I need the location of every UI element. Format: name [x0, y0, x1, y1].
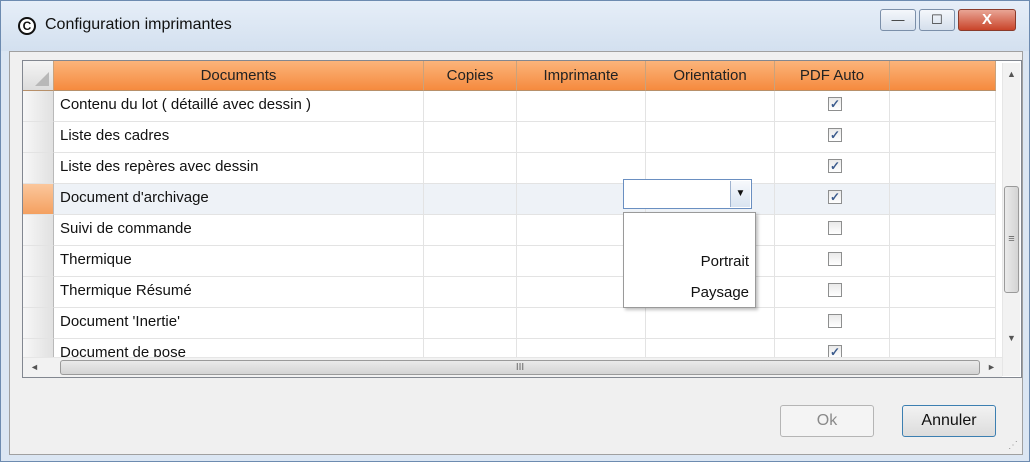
row-header[interactable]: [23, 184, 54, 215]
scroll-up-icon[interactable]: ▲: [1003, 65, 1020, 83]
empty-cell: [890, 246, 996, 277]
vertical-scrollbar[interactable]: ▲ ≡ ▼: [1002, 63, 1020, 376]
copies-cell[interactable]: [424, 122, 517, 153]
pdf-auto-checkbox[interactable]: [828, 221, 842, 235]
table-row[interactable]: Liste des cadres ✓: [23, 122, 996, 153]
table-row[interactable]: Document d'archivage ✓: [23, 184, 996, 215]
copies-cell[interactable]: [424, 153, 517, 184]
row-header[interactable]: [23, 246, 54, 277]
horizontal-scrollbar[interactable]: ◄ III ►: [23, 357, 1002, 377]
grid-corner-header[interactable]: [23, 61, 54, 91]
copies-cell[interactable]: [424, 277, 517, 308]
ok-button[interactable]: Ok: [780, 405, 874, 437]
pdf-auto-cell: ✓: [775, 122, 890, 153]
pdf-auto-checkbox[interactable]: ✓: [828, 159, 842, 173]
document-name-cell[interactable]: Thermique Résumé: [54, 277, 424, 308]
pdf-auto-cell: ✓: [775, 184, 890, 215]
table-row[interactable]: Suivi de commande: [23, 215, 996, 246]
pdf-auto-checkbox[interactable]: ✓: [828, 97, 842, 111]
row-header[interactable]: [23, 215, 54, 246]
copies-cell[interactable]: [424, 184, 517, 215]
row-header[interactable]: [23, 308, 54, 339]
col-header-documents[interactable]: Documents: [54, 61, 424, 91]
dropdown-arrow-icon[interactable]: ▼: [730, 181, 750, 207]
document-name-cell[interactable]: Contenu du lot ( détaillé avec dessin ): [54, 91, 424, 122]
pdf-auto-cell: ✓: [775, 91, 890, 122]
pdf-auto-cell: ✓: [775, 153, 890, 184]
cancel-button[interactable]: Annuler: [902, 405, 996, 437]
table-row[interactable]: Thermique Résumé: [23, 277, 996, 308]
orientation-cell[interactable]: [646, 122, 775, 153]
copies-cell[interactable]: [424, 246, 517, 277]
document-name-cell[interactable]: Liste des repères avec dessin: [54, 153, 424, 184]
vertical-scroll-thumb[interactable]: ≡: [1004, 186, 1019, 293]
pdf-auto-checkbox[interactable]: ✓: [828, 190, 842, 204]
pdf-auto-checkbox[interactable]: [828, 252, 842, 266]
empty-cell: [890, 277, 996, 308]
document-name-cell[interactable]: Thermique: [54, 246, 424, 277]
col-header-orientation[interactable]: Orientation: [646, 61, 775, 91]
document-name-cell[interactable]: Document d'archivage: [54, 184, 424, 215]
empty-cell: [890, 122, 996, 153]
minimize-button[interactable]: —: [880, 9, 916, 31]
table-row[interactable]: Liste des repères avec dessin ✓: [23, 153, 996, 184]
empty-cell: [890, 215, 996, 246]
col-header-imprimante[interactable]: Imprimante: [517, 61, 646, 91]
pdf-auto-cell: [775, 215, 890, 246]
pdf-auto-checkbox[interactable]: ✓: [828, 128, 842, 142]
imprimante-cell[interactable]: [517, 91, 646, 122]
table-row[interactable]: Thermique: [23, 246, 996, 277]
pdf-auto-cell: [775, 277, 890, 308]
col-header-copies[interactable]: Copies: [424, 61, 517, 91]
orientation-combobox[interactable]: ▼: [623, 179, 752, 209]
empty-cell: [890, 184, 996, 215]
empty-cell: [890, 308, 996, 339]
orientation-cell[interactable]: [646, 91, 775, 122]
copies-cell[interactable]: [424, 308, 517, 339]
row-header[interactable]: [23, 91, 54, 122]
col-header-pdf-auto[interactable]: PDF Auto: [775, 61, 890, 91]
document-name-cell[interactable]: Liste des cadres: [54, 122, 424, 153]
dropdown-option-paysage[interactable]: Paysage: [691, 284, 749, 301]
table-row[interactable]: Document 'Inertie': [23, 308, 996, 339]
window-title: Configuration imprimantes: [45, 16, 232, 33]
app-c-icon: C: [18, 17, 36, 35]
orientation-cell[interactable]: [646, 308, 775, 339]
document-name-cell[interactable]: Suivi de commande: [54, 215, 424, 246]
pdf-auto-checkbox[interactable]: [828, 283, 842, 297]
table-row[interactable]: Contenu du lot ( détaillé avec dessin ) ✓: [23, 91, 996, 122]
dropdown-option-portrait[interactable]: Portrait: [701, 253, 749, 270]
empty-cell: [890, 153, 996, 184]
close-button[interactable]: X: [958, 9, 1016, 31]
scroll-right-icon[interactable]: ►: [983, 358, 1000, 376]
scroll-down-icon[interactable]: ▼: [1003, 329, 1020, 347]
imprimante-cell[interactable]: [517, 122, 646, 153]
title-bar[interactable]: C Configuration imprimantes — ☐ X: [1, 1, 1029, 51]
pdf-auto-checkbox[interactable]: [828, 314, 842, 328]
empty-cell: [890, 91, 996, 122]
horizontal-scroll-thumb[interactable]: III: [60, 360, 980, 375]
row-header[interactable]: [23, 122, 54, 153]
row-header[interactable]: [23, 277, 54, 308]
scroll-left-icon[interactable]: ◄: [26, 358, 43, 376]
maximize-button[interactable]: ☐: [919, 9, 955, 31]
copies-cell[interactable]: [424, 215, 517, 246]
col-header-empty: [890, 61, 996, 91]
printer-config-grid: Documents Copies Imprimante Orientation …: [22, 60, 1022, 378]
pdf-auto-cell: [775, 308, 890, 339]
orientation-dropdown-list: Portrait Paysage: [623, 212, 756, 308]
resize-grip-icon[interactable]: ⋰: [1008, 440, 1018, 451]
copies-cell[interactable]: [424, 91, 517, 122]
row-header[interactable]: [23, 153, 54, 184]
document-name-cell[interactable]: Document 'Inertie': [54, 308, 424, 339]
imprimante-cell[interactable]: [517, 308, 646, 339]
pdf-auto-cell: [775, 246, 890, 277]
